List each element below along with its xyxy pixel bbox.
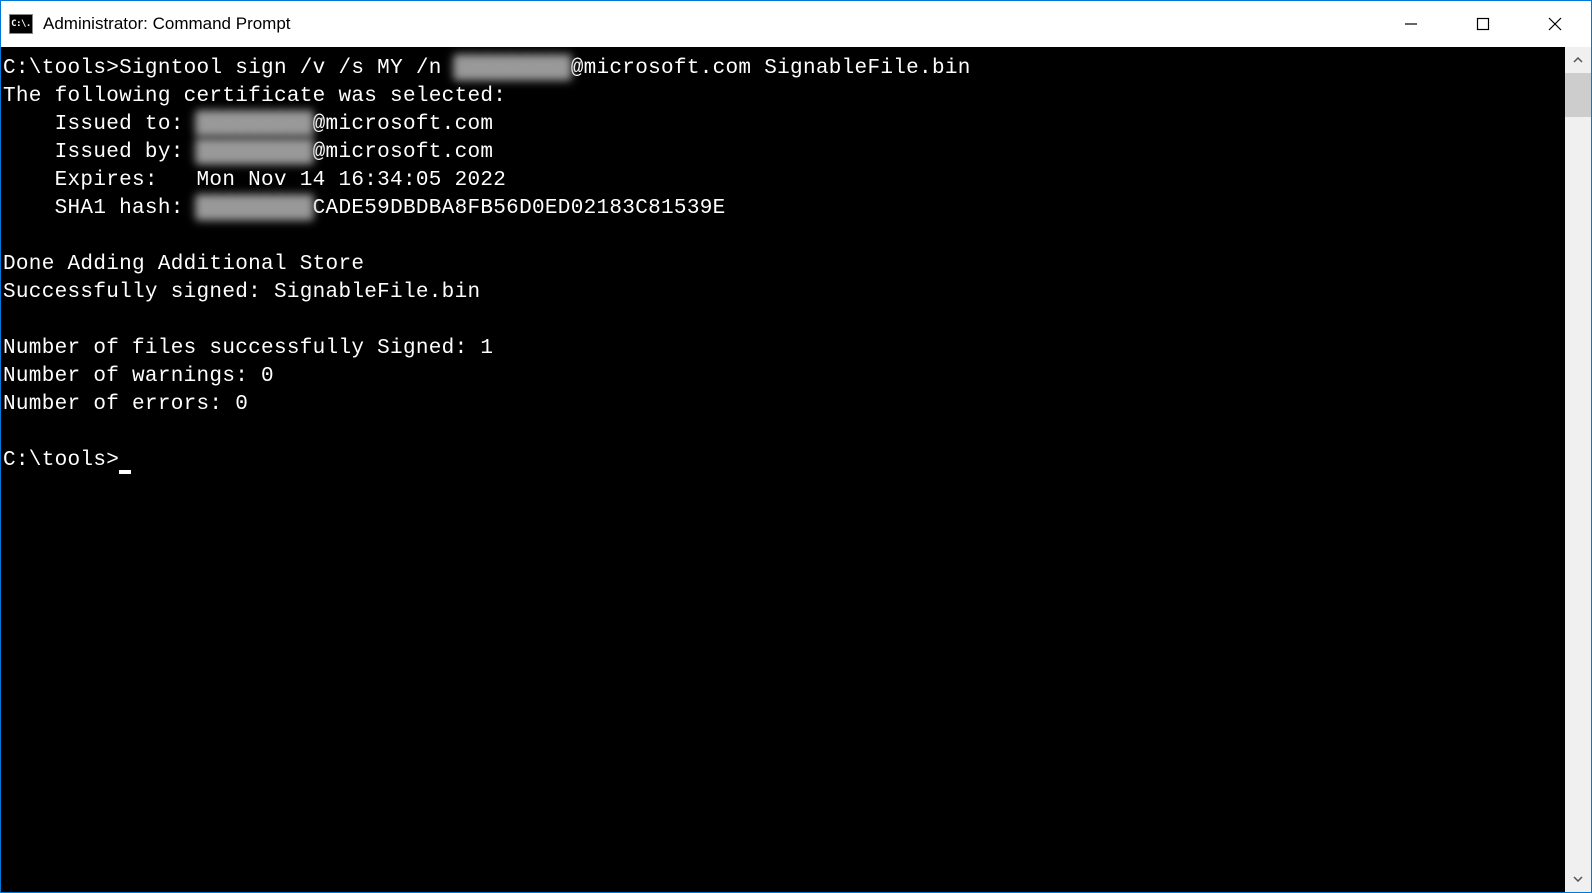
scroll-up-arrow[interactable] bbox=[1565, 47, 1591, 73]
vertical-scrollbar[interactable] bbox=[1565, 47, 1591, 892]
scroll-down-arrow[interactable] bbox=[1565, 866, 1591, 892]
prompt: C:\tools> bbox=[3, 57, 119, 80]
sha1-label: SHA1 hash: bbox=[3, 197, 197, 220]
cmd-icon: C:\. bbox=[9, 14, 33, 34]
redacted-name: █████████ bbox=[455, 57, 571, 80]
command-text: Signtool sign /v /s MY /n bbox=[119, 57, 454, 80]
issued-to-label: Issued to: bbox=[3, 113, 197, 136]
output-line: Number of warnings: 0 bbox=[3, 363, 1565, 391]
output-line: Number of files successfully Signed: 1 bbox=[3, 335, 1565, 363]
cursor bbox=[119, 470, 131, 474]
redacted-issued-to: █████████ bbox=[197, 113, 313, 136]
scroll-thumb[interactable] bbox=[1565, 73, 1591, 117]
chevron-down-icon bbox=[1573, 876, 1583, 882]
sha1-value: CADE59DBDBA8FB56D0ED02183C81539E bbox=[313, 197, 726, 220]
close-button[interactable] bbox=[1519, 1, 1591, 47]
expires-value: Mon Nov 14 16:34:05 2022 bbox=[197, 169, 507, 192]
window-controls bbox=[1375, 1, 1591, 47]
maximize-icon bbox=[1476, 17, 1490, 31]
issued-by-label: Issued by: bbox=[3, 141, 197, 164]
window-title: Administrator: Command Prompt bbox=[43, 14, 1375, 34]
expires-label: Expires: bbox=[3, 169, 197, 192]
output-line: Number of errors: 0 bbox=[3, 391, 1565, 419]
prompt: C:\tools> bbox=[3, 449, 119, 472]
chevron-up-icon bbox=[1573, 57, 1583, 63]
terminal-area: C:\tools>Signtool sign /v /s MY /n █████… bbox=[1, 47, 1591, 892]
command-text: @microsoft.com SignableFile.bin bbox=[571, 57, 971, 80]
issued-by-value: @microsoft.com bbox=[313, 141, 494, 164]
close-icon bbox=[1548, 17, 1562, 31]
output-line: Successfully signed: SignableFile.bin bbox=[3, 279, 1565, 307]
redacted-issued-by: █████████ bbox=[197, 141, 313, 164]
output-line: The following certificate was selected: bbox=[3, 83, 1565, 111]
redacted-sha1: █████████ bbox=[197, 197, 313, 220]
minimize-icon bbox=[1404, 17, 1418, 31]
minimize-button[interactable] bbox=[1375, 1, 1447, 47]
terminal-output[interactable]: C:\tools>Signtool sign /v /s MY /n █████… bbox=[1, 47, 1565, 892]
issued-to-value: @microsoft.com bbox=[313, 113, 494, 136]
maximize-button[interactable] bbox=[1447, 1, 1519, 47]
scroll-track[interactable] bbox=[1565, 73, 1591, 866]
title-bar: C:\. Administrator: Command Prompt bbox=[1, 1, 1591, 47]
output-line: Done Adding Additional Store bbox=[3, 251, 1565, 279]
